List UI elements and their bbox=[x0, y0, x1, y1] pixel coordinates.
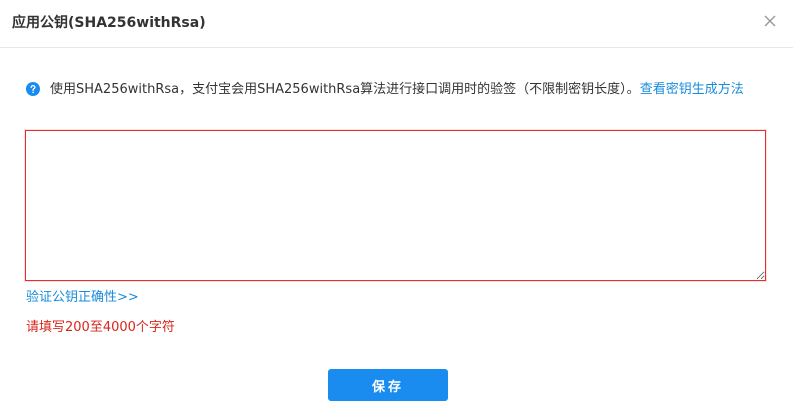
validation-error-text: 请填写200至4000个字符 bbox=[26, 320, 175, 335]
dialog-header: 应用公钥(SHA256withRsa) bbox=[0, 0, 793, 48]
view-key-generation-link[interactable]: 查看密钥生成方法 bbox=[640, 82, 744, 97]
info-text-block: 使用SHA256withRsa，支付宝会用SHA256withRsa算法进行接口… bbox=[26, 79, 766, 100]
public-key-dialog: 应用公钥(SHA256withRsa) 使用SHA256withRsa，支付宝会… bbox=[0, 0, 793, 417]
help-circle-icon bbox=[26, 82, 40, 96]
info-message: 使用SHA256withRsa，支付宝会用SHA256withRsa算法进行接口… bbox=[26, 79, 766, 100]
save-button[interactable]: 保存 bbox=[328, 369, 448, 401]
verify-public-key-link[interactable]: 验证公钥正确性>> bbox=[26, 289, 139, 307]
close-icon[interactable] bbox=[763, 14, 777, 28]
info-description: 使用SHA256withRsa，支付宝会用SHA256withRsa算法进行接口… bbox=[50, 82, 640, 97]
dialog-title: 应用公钥(SHA256withRsa) bbox=[12, 15, 206, 31]
public-key-input[interactable] bbox=[25, 130, 766, 281]
